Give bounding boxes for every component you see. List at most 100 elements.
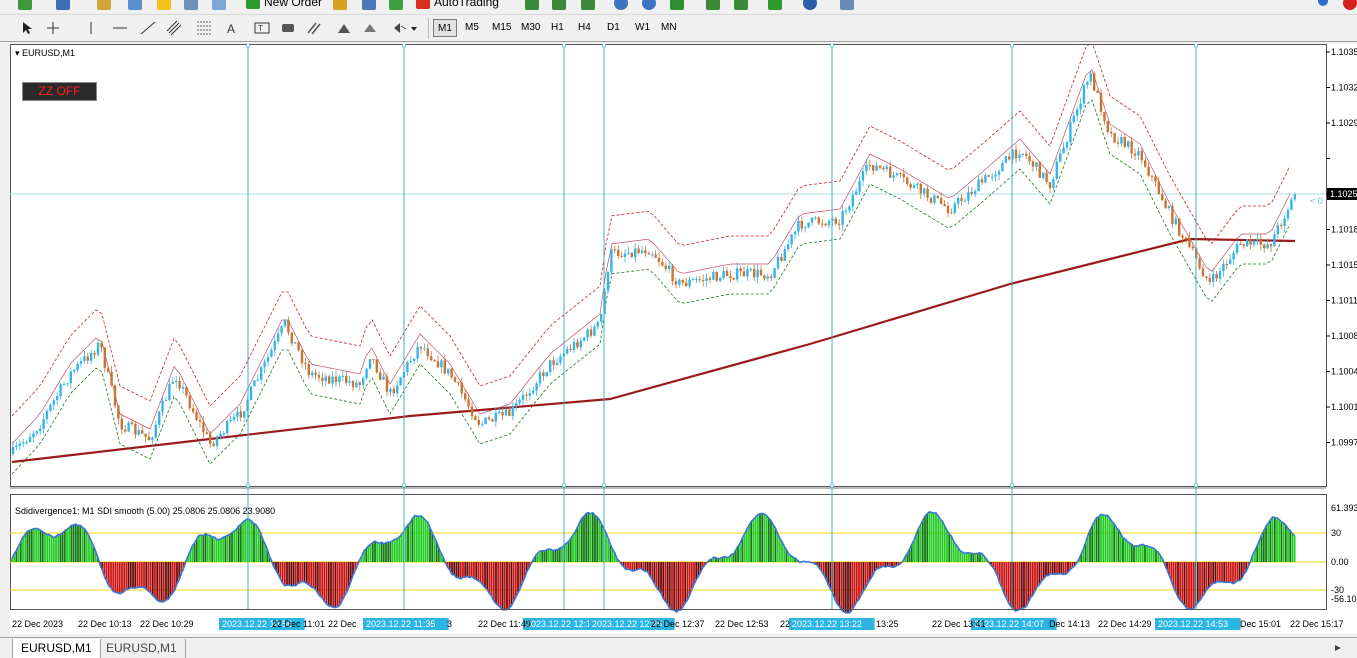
timeframe-m30[interactable]: M30 [517, 19, 544, 37]
candle-body [11, 446, 15, 454]
chart-tab-eurusd-m1-2[interactable]: EURUSD,M1 [98, 639, 186, 658]
candle-body [1246, 239, 1249, 246]
chart-window[interactable]: 1.10351.10321.10291.10221.10181.10151.10… [10, 44, 1357, 634]
price-tick-label: 1.1015 [1331, 260, 1357, 270]
terminal-icon[interactable] [184, 0, 198, 10]
search-icon[interactable] [1318, 0, 1328, 6]
chart-tab-eurusd-m1[interactable]: EURUSD,M1 [12, 639, 101, 658]
candle-body [838, 223, 841, 225]
text-field-icon[interactable]: T [254, 21, 270, 35]
navigator-icon[interactable] [128, 0, 142, 10]
candle-body [130, 422, 134, 425]
new-order-button[interactable]: New Order [246, 0, 322, 9]
time-marker-label: 2023.12.22 11:35 [366, 619, 435, 629]
candle-body [239, 411, 242, 418]
channel-icon[interactable] [307, 21, 323, 35]
candle-body [280, 326, 283, 334]
periods-icon[interactable] [803, 0, 817, 10]
cursor-icon[interactable] [20, 21, 34, 35]
indicators-icon[interactable] [768, 0, 782, 10]
candle-body [787, 244, 790, 250]
candle-body [477, 419, 480, 425]
market-watch-icon[interactable] [97, 0, 111, 10]
price-tick-label: 1.1035 [1331, 47, 1357, 57]
candle-body [1181, 235, 1184, 238]
autoscroll-icon[interactable] [734, 0, 748, 10]
candle-body [365, 368, 368, 379]
text-label-icon[interactable]: A [226, 21, 238, 35]
timeframe-m15[interactable]: M15 [488, 19, 515, 37]
candle-body [1208, 277, 1211, 282]
candle-body [96, 343, 100, 355]
crosshair-icon[interactable] [46, 21, 60, 35]
zoom-in-icon[interactable] [614, 0, 628, 10]
bar-chart-icon[interactable] [525, 0, 539, 10]
autotrading-button[interactable]: AutoTrading [416, 0, 499, 9]
candle-body [494, 412, 497, 422]
chart-symbol-text: EURUSD,M1 [22, 48, 76, 58]
community-icon[interactable] [1343, 0, 1357, 10]
rectangle-icon[interactable] [281, 21, 295, 35]
candle-body [868, 164, 871, 166]
vertical-line-icon[interactable] [86, 21, 96, 35]
favorites-star-icon[interactable] [157, 0, 171, 10]
candle-body [698, 279, 701, 281]
chart-canvas[interactable]: 1.10351.10321.10291.10221.10181.10151.10… [10, 44, 1357, 634]
trendline-icon[interactable] [140, 21, 156, 35]
candle-body [545, 371, 548, 377]
new-order-label: New Order [264, 0, 323, 9]
chart-shift-icon[interactable] [706, 0, 720, 10]
candle-body [940, 198, 943, 204]
chart-tabs-bar: EURUSD,M1 EURUSD,M1 [0, 637, 1357, 658]
templates-icon[interactable] [840, 0, 854, 10]
candle-body [732, 277, 735, 280]
chart-menu-triangle-icon[interactable]: ▾ [15, 48, 20, 58]
equidistant-channel-icon[interactable] [166, 19, 184, 37]
timeframe-h4[interactable]: H4 [574, 19, 595, 37]
candle-body [766, 276, 769, 279]
strategy-tester-icon[interactable] [212, 0, 226, 10]
profiles-icon[interactable] [56, 0, 70, 10]
timeframe-d1[interactable]: D1 [603, 19, 624, 37]
candle-body [1045, 172, 1048, 183]
candle-body [134, 424, 137, 435]
metaeditor-icon[interactable] [333, 0, 347, 10]
candle-body [15, 445, 18, 447]
candle-body [950, 212, 953, 214]
candle-body [127, 422, 130, 432]
signals-icon[interactable] [362, 0, 376, 10]
tile-windows-icon[interactable] [670, 0, 684, 10]
timeframe-m1[interactable]: M1 [433, 19, 457, 37]
line-chart-icon[interactable] [581, 0, 595, 10]
candlesticks-icon[interactable] [552, 0, 566, 10]
candle-body [895, 173, 899, 176]
timeframe-mn[interactable]: MN [657, 19, 681, 37]
candle-body [1042, 172, 1045, 178]
fibonacci-retracement-icon[interactable] [196, 19, 214, 37]
candle-body [821, 223, 824, 225]
candle-body [324, 376, 327, 382]
candle-body [338, 376, 341, 383]
candle-body [521, 394, 525, 400]
candle-body [827, 220, 831, 226]
candle-body [1269, 244, 1273, 247]
zoom-out-icon[interactable] [642, 0, 656, 10]
timeframe-h1[interactable]: H1 [547, 19, 568, 37]
zz-toggle-button[interactable]: ZZ OFF [22, 82, 97, 101]
candle-body [606, 272, 610, 291]
time-axis-label: 22 Dec 12:37 [651, 619, 705, 629]
candle-body [59, 384, 62, 397]
horizontal-line-icon[interactable] [112, 21, 128, 35]
triangle-icon[interactable] [336, 21, 352, 35]
candle-body [668, 265, 671, 269]
tabs-scroll-arrow-icon[interactable] [1334, 643, 1342, 655]
candle-body [664, 265, 667, 269]
new-chart-icon[interactable] [18, 0, 32, 10]
candle-body [589, 329, 593, 336]
arrows-dropdown-icon[interactable] [392, 20, 418, 36]
timeframe-w1[interactable]: W1 [631, 19, 654, 37]
ellipse-icon[interactable] [362, 21, 378, 35]
timeframe-m5[interactable]: M5 [461, 19, 483, 37]
market-icon[interactable] [389, 0, 403, 10]
svg-text:T: T [258, 24, 263, 33]
